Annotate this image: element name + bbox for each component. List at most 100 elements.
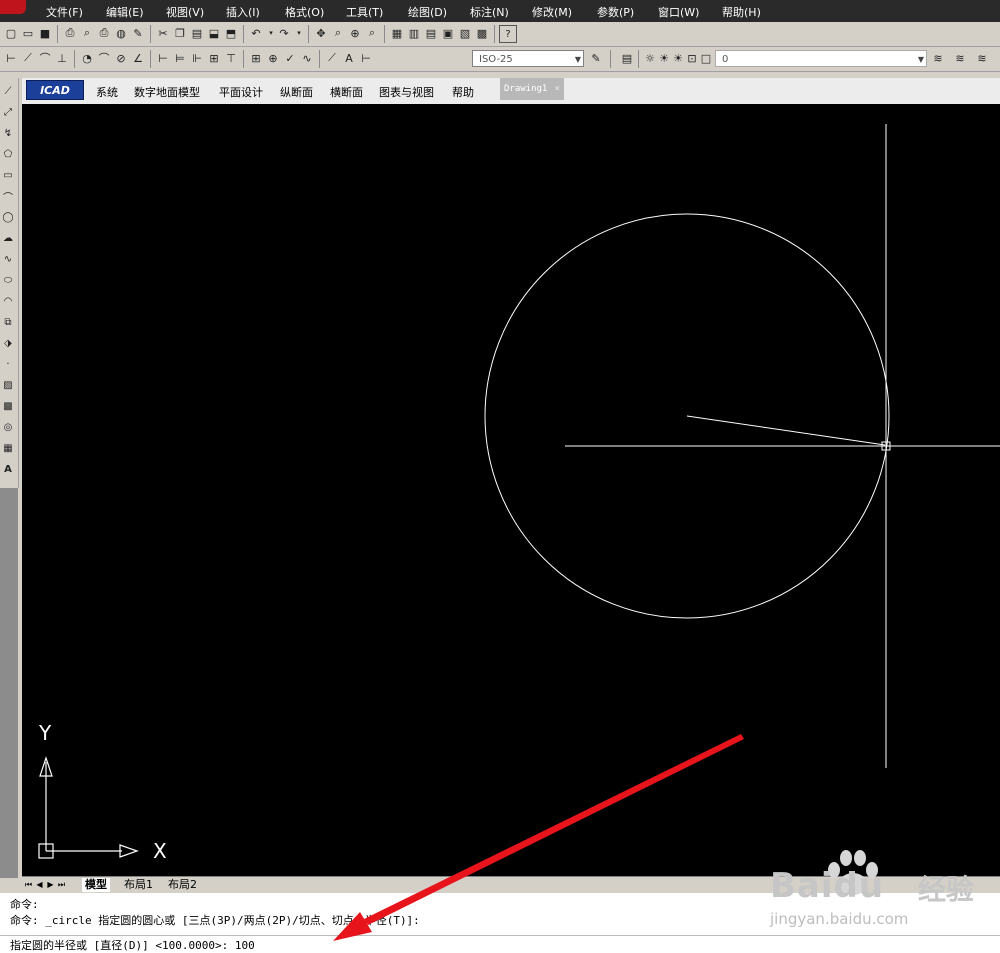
save-icon[interactable]: ■ <box>37 25 53 41</box>
revision-cloud-icon[interactable]: ☁ <box>1 231 15 245</box>
baseline-dimension-icon[interactable]: ⊨ <box>172 50 188 66</box>
last-tab-icon[interactable]: ⏭ <box>57 879 66 890</box>
match-properties-icon[interactable]: ⬓ <box>206 25 222 41</box>
make-object-layer-current-icon[interactable]: ≋ <box>930 50 946 66</box>
redo-icon[interactable]: ↷ <box>276 25 292 41</box>
point-icon[interactable]: · <box>1 357 15 371</box>
open-icon[interactable]: ▭ <box>20 25 36 41</box>
dimension-space-icon[interactable]: ⊞ <box>206 50 222 66</box>
center-mark-icon[interactable]: ⊕ <box>265 50 281 66</box>
menu-window[interactable]: 窗口(W) <box>658 4 699 20</box>
insert-block-icon[interactable]: ⧉ <box>1 315 15 329</box>
zoom-window-icon[interactable]: ⊕ <box>347 25 363 41</box>
dimension-edit-icon[interactable]: ⟋ <box>324 50 340 66</box>
spline-icon[interactable]: ∿ <box>1 252 15 266</box>
plot-icon[interactable]: ⎙ <box>96 25 112 41</box>
drawing-canvas[interactable]: Y X <box>22 104 1000 876</box>
layer-select[interactable]: 0 ▼ <box>715 50 927 67</box>
menu-insert[interactable]: 插入(I) <box>226 4 260 20</box>
construction-line-icon[interactable]: ⤢ <box>1 105 15 119</box>
dimension-text-edit-icon[interactable]: A <box>341 50 357 66</box>
arc-icon[interactable]: ⌒ <box>1 189 15 204</box>
layer-previous-icon[interactable]: ≋ <box>952 50 968 66</box>
layer-properties-icon[interactable]: ▤ <box>619 50 635 66</box>
layer-color-icon[interactable]: □ <box>698 50 714 66</box>
markup-icon[interactable]: ▧ <box>457 25 473 41</box>
ellipse-arc-icon[interactable]: ◠ <box>1 294 15 308</box>
linear-dimension-icon[interactable]: ⊢ <box>3 50 19 66</box>
diameter-dimension-icon[interactable]: ⊘ <box>113 50 129 66</box>
tab-layout1[interactable]: 布局1 <box>121 878 156 892</box>
dimension-style-manager-icon[interactable]: ✎ <box>588 50 604 66</box>
line-icon[interactable]: ⟋ <box>1 84 15 98</box>
calculator-icon[interactable]: ▩ <box>474 25 490 41</box>
menu-help[interactable]: 帮助(H) <box>722 4 761 20</box>
icad-menu-system[interactable]: 系统 <box>96 84 118 100</box>
first-tab-icon[interactable]: ⏮ <box>24 879 33 890</box>
angular-dimension-icon[interactable]: ∠ <box>130 50 146 66</box>
block-editor-icon[interactable]: ⬒ <box>223 25 239 41</box>
sheet-set-icon[interactable]: ▣ <box>440 25 456 41</box>
print-preview-icon[interactable]: ⌕ <box>79 25 95 41</box>
ordinate-dimension-icon[interactable]: ⊥ <box>54 50 70 66</box>
menu-modify[interactable]: 修改(M) <box>532 4 572 20</box>
continue-dimension-icon[interactable]: ⊩ <box>189 50 205 66</box>
zoom-realtime-icon[interactable]: ⌕ <box>330 25 346 41</box>
menu-view[interactable]: 视图(V) <box>166 4 204 20</box>
tool-palettes-icon[interactable]: ▤ <box>423 25 439 41</box>
tolerance-icon[interactable]: ⊞ <box>248 50 264 66</box>
layer-states-icon[interactable]: ≋ <box>974 50 990 66</box>
zoom-previous-icon[interactable]: ⌕ <box>364 25 380 41</box>
menu-parameters[interactable]: 参数(P) <box>597 4 634 20</box>
radius-dimension-icon[interactable]: ◔ <box>79 50 95 66</box>
menu-file[interactable]: 文件(F) <box>46 4 83 20</box>
paste-icon[interactable]: ▤ <box>189 25 205 41</box>
dimension-style-select[interactable]: ISO-25 ▼ <box>472 50 584 67</box>
print-icon[interactable]: ⎙ <box>62 25 78 41</box>
quick-dimension-icon[interactable]: ⊢ <box>155 50 171 66</box>
polygon-icon[interactable]: ⬠ <box>1 147 15 161</box>
help-icon[interactable]: ? <box>499 25 517 43</box>
icad-menu-longitudinal[interactable]: 纵断面 <box>280 84 313 100</box>
make-block-icon[interactable]: ⬗ <box>1 336 15 350</box>
close-icon[interactable]: × <box>555 78 560 100</box>
menu-dimension[interactable]: 标注(N) <box>470 4 509 20</box>
menu-edit[interactable]: 编辑(E) <box>106 4 144 20</box>
rectangle-icon[interactable]: ▭ <box>1 168 15 182</box>
icad-menu-charts-views[interactable]: 图表与视图 <box>379 84 434 100</box>
inspection-icon[interactable]: ✓ <box>282 50 298 66</box>
new-icon[interactable]: ▢ <box>3 25 19 41</box>
menu-draw[interactable]: 绘图(D) <box>408 4 447 20</box>
table-icon[interactable]: ▦ <box>1 441 15 455</box>
command-input[interactable]: 指定圆的半径或 [直径(D)] <100.0000>: 100 <box>10 937 255 953</box>
icad-menu-help[interactable]: 帮助 <box>452 84 474 100</box>
icad-menu-cross-section[interactable]: 横断面 <box>330 84 363 100</box>
jogged-linear-icon[interactable]: ∿ <box>299 50 315 66</box>
cut-icon[interactable]: ✂ <box>155 25 171 41</box>
pan-icon[interactable]: ✥ <box>313 25 329 41</box>
publish-icon[interactable]: ◍ <box>113 25 129 41</box>
dimension-break-icon[interactable]: ⊤ <box>223 50 239 66</box>
polyline-icon[interactable]: ↯ <box>1 126 15 140</box>
circle-icon[interactable]: ◯ <box>1 210 15 224</box>
ellipse-icon[interactable]: ⬭ <box>1 273 15 287</box>
drawing-tab[interactable]: Drawing1 × <box>500 78 564 100</box>
undo-icon[interactable]: ↶ <box>248 25 264 41</box>
tab-layout2[interactable]: 布局2 <box>165 878 200 892</box>
app-logo-icon[interactable] <box>0 0 26 14</box>
copy-icon[interactable]: ❐ <box>172 25 188 41</box>
menu-format[interactable]: 格式(O) <box>285 4 324 20</box>
icad-menu-plan-design[interactable]: 平面设计 <box>219 84 263 100</box>
hatch-icon[interactable]: ▨ <box>1 378 15 392</box>
menu-tools[interactable]: 工具(T) <box>346 4 383 20</box>
region-icon[interactable]: ◎ <box>1 420 15 434</box>
multiline-text-icon[interactable]: A <box>1 462 15 476</box>
icad-menu-dtm[interactable]: 数字地面模型 <box>134 84 200 100</box>
redo-dropdown-icon[interactable]: ▾ <box>291 25 307 41</box>
prev-tab-icon[interactable]: ◀ <box>35 879 44 890</box>
properties-icon[interactable]: ▦ <box>389 25 405 41</box>
dimension-update-icon[interactable]: ⊢ <box>358 50 374 66</box>
design-center-icon[interactable]: ▥ <box>406 25 422 41</box>
next-tab-icon[interactable]: ▶ <box>46 879 55 890</box>
arc-length-icon[interactable]: ⌒ <box>37 50 53 66</box>
